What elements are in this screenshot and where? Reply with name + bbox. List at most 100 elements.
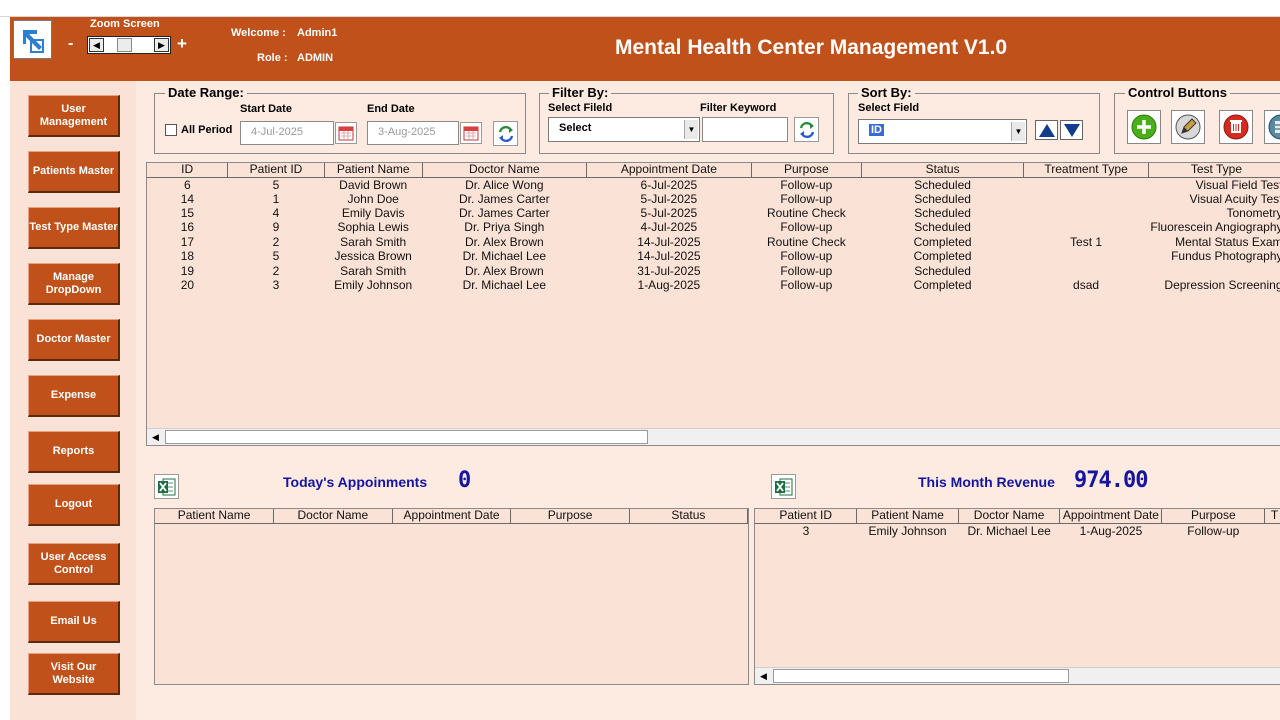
col-patient-id[interactable]: Patient ID	[755, 509, 858, 524]
sidebar-email-us-button[interactable]: Email Us	[28, 601, 120, 643]
todays-appointments-grid[interactable]: Patient Name Doctor Name Appointment Dat…	[154, 508, 749, 685]
col-status[interactable]: Status	[861, 163, 1025, 178]
sidebar-visit-website-button[interactable]: Visit Our Website	[28, 653, 120, 695]
table-row[interactable]: 20 3 Emily Johnson Dr. Michael Lee 1-Aug-202…	[147, 278, 1280, 292]
more-button[interactable]	[1264, 110, 1280, 144]
sort-field-label: Select Field	[858, 102, 920, 114]
col-status[interactable]: Status	[629, 509, 748, 524]
sidebar-patients-master-button[interactable]: Patients Master	[28, 151, 120, 193]
sidebar-expense-button[interactable]: Expense	[28, 375, 120, 417]
col-patient-name[interactable]: Patient Name	[856, 509, 959, 524]
col-doctor-name[interactable]: Doctor Name	[273, 509, 393, 524]
excel-icon	[775, 478, 793, 496]
appointments-body: 6 5 David Brown Dr. Alice Wong 6-Jul-2025 Fol…	[147, 177, 1280, 292]
col-appointment-date[interactable]: Appointment Date	[392, 509, 512, 524]
table-row[interactable]: 16 9 Sophia Lewis Dr. Priya Singh 4-Jul-2025…	[147, 220, 1280, 234]
col-id[interactable]: ID	[147, 163, 229, 178]
chevron-down-icon[interactable]: ▼	[1011, 122, 1025, 141]
col-doctor-name[interactable]: Doctor Name	[422, 163, 588, 178]
edit-pencil-icon	[1175, 114, 1201, 140]
appointments-hscrollbar[interactable]: ◀	[147, 428, 1280, 445]
add-button[interactable]	[1127, 110, 1161, 144]
table-row[interactable]: 19 2 Sarah Smith Dr. Alex Brown 31-Jul-2025 F…	[147, 263, 1280, 278]
revenue-hscrollbar[interactable]: ◀	[755, 667, 1280, 684]
export-today-excel-button[interactable]	[154, 474, 179, 499]
scroll-left-arrow-icon[interactable]: ◀	[147, 429, 164, 445]
table-cell: John Doe	[347, 191, 399, 206]
col-purpose[interactable]: Purpose	[1161, 509, 1266, 524]
table-cell: Dr. Alex Brown	[464, 263, 544, 278]
end-date-input[interactable]: 3-Aug-2025	[367, 121, 459, 145]
table-row[interactable]: 18 5 Jessica Brown Dr. Michael Lee 14-Jul-20…	[147, 249, 1280, 263]
app-logo[interactable]	[13, 20, 52, 59]
table-cell: David Brown	[339, 177, 408, 192]
sort-ascending-button[interactable]	[1035, 120, 1058, 140]
col-truncated[interactable]: T	[1264, 509, 1280, 524]
table-cell: Follow-up	[780, 220, 833, 235]
sidebar-doctor-master-button[interactable]: Doctor Master	[28, 319, 120, 361]
date-range-group: Date Range: Start Date End Date All Peri…	[154, 85, 526, 154]
table-row[interactable]: 17 2 Sarah Smith Dr. Alex Brown 14-Jul-2025 R…	[147, 235, 1280, 249]
zoom-thumb[interactable]	[117, 38, 132, 52]
all-period-checkbox[interactable]	[165, 124, 177, 136]
chevron-down-icon[interactable]: ▼	[684, 120, 698, 139]
col-purpose[interactable]: Purpose	[510, 509, 630, 524]
end-calendar-button[interactable]	[460, 122, 482, 144]
scroll-thumb[interactable]	[165, 430, 648, 444]
sidebar-logout-button[interactable]: Logout	[28, 484, 120, 526]
add-icon	[1131, 114, 1157, 140]
filter-refresh-button[interactable]	[794, 117, 819, 142]
filter-keyword-input[interactable]	[702, 117, 788, 142]
start-date-input[interactable]: 4-Jul-2025	[240, 121, 334, 145]
sidebar-user-management-button[interactable]: User Management	[28, 95, 120, 137]
sidebar-manage-dropdown-button[interactable]: Manage DropDown	[28, 263, 120, 305]
table-cell: Dr. Michael Lee	[967, 523, 1051, 538]
refresh-icon	[498, 125, 514, 143]
table-cell: 2	[272, 263, 280, 278]
zoom-right-arrow-icon[interactable]: ▶	[154, 38, 169, 52]
col-treatment-type[interactable]: Treatment Type	[1023, 163, 1149, 178]
start-calendar-button[interactable]	[335, 122, 357, 144]
delete-button[interactable]	[1219, 110, 1253, 144]
date-refresh-button[interactable]	[493, 121, 518, 146]
table-row[interactable]: 3 Emily Johnson Dr. Michael Lee 1-Aug-2025 F…	[755, 523, 1280, 538]
table-cell: Tonometry	[1226, 206, 1280, 221]
col-appointment-date[interactable]: Appointment Date	[1059, 509, 1163, 524]
table-cell: Dr. Priya Singh	[464, 220, 545, 235]
scroll-left-arrow-icon[interactable]: ◀	[755, 668, 772, 684]
col-patient-name[interactable]: Patient Name	[155, 509, 275, 524]
export-revenue-excel-button[interactable]	[771, 474, 796, 499]
table-cell: Sophia Lewis	[337, 220, 409, 235]
calendar-icon	[338, 126, 354, 141]
sidebar-reports-button[interactable]: Reports	[28, 431, 120, 473]
edit-button[interactable]	[1171, 110, 1205, 144]
revenue-grid[interactable]: Patient ID Patient Name Doctor Name Appo…	[754, 508, 1280, 685]
col-patient-name[interactable]: Patient Name	[324, 163, 423, 178]
table-row[interactable]: 15 4 Emily Davis Dr. James Carter 5-Jul-2025…	[147, 206, 1280, 220]
col-doctor-name[interactable]: Doctor Name	[958, 509, 1061, 524]
table-cell	[1024, 177, 1149, 192]
table-cell: Follow-up	[780, 249, 833, 264]
col-test-type[interactable]: Test Type	[1148, 163, 1280, 178]
table-row[interactable]: 6 5 David Brown Dr. Alice Wong 6-Jul-2025 Fol…	[147, 177, 1280, 192]
sidebar-test-type-master-button[interactable]: Test Type Master	[28, 207, 120, 249]
zoom-left-arrow-icon[interactable]: ◀	[89, 38, 104, 52]
table-cell: 20	[180, 278, 195, 293]
role-value: ADMIN	[297, 52, 334, 64]
sort-field-select[interactable]: ID ▼	[858, 119, 1027, 144]
sidebar-user-access-control-button[interactable]: User Access Control	[28, 543, 120, 585]
table-cell: 18	[180, 249, 195, 264]
col-patient-id[interactable]: Patient ID	[227, 163, 325, 178]
col-appointment-date[interactable]: Appointment Date	[586, 163, 752, 178]
col-purpose[interactable]: Purpose	[751, 163, 862, 178]
scroll-thumb[interactable]	[773, 669, 1069, 683]
zoom-scrollbar[interactable]: ◀ ▶	[87, 36, 171, 54]
control-buttons-group: Control Buttons	[1114, 85, 1280, 154]
welcome-user: Admin1	[297, 27, 338, 39]
table-row[interactable]: 14 1 John Doe Dr. James Carter 5-Jul-2025 Fol…	[147, 192, 1280, 206]
appointments-grid[interactable]: ID Patient ID Patient Name Doctor Name A…	[146, 162, 1280, 446]
table-cell: Visual Acuity Test	[1189, 191, 1280, 206]
sort-descending-button[interactable]	[1060, 120, 1083, 140]
filter-field-select[interactable]: Select ▼	[548, 117, 700, 142]
table-cell: Follow-up	[1187, 523, 1240, 538]
